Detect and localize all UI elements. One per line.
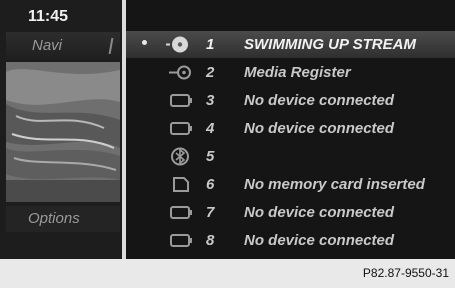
figure-code: P82.87-9550-31 bbox=[362, 266, 449, 280]
item-label: No device connected bbox=[244, 204, 395, 221]
map-terrain-image bbox=[6, 62, 120, 202]
disc-icon bbox=[166, 36, 188, 53]
aux-device-icon bbox=[170, 206, 192, 219]
usb-device-icon bbox=[170, 94, 192, 107]
hard-drive-icon bbox=[169, 65, 191, 80]
left-panel: 11:45 Navi Options bbox=[0, 0, 122, 259]
item-number: 4 bbox=[206, 120, 215, 137]
navi-label: Navi bbox=[32, 37, 63, 54]
media-source-list: 1 SWIMMING UP STREAM 2 Media Register 3 … bbox=[126, 0, 455, 259]
map-preview[interactable] bbox=[6, 62, 120, 202]
item-label: No memory card inserted bbox=[244, 176, 425, 193]
memory-card-icon bbox=[173, 177, 189, 192]
clock-time: 11:45 bbox=[28, 8, 69, 25]
active-bullet-icon bbox=[142, 40, 147, 45]
item-label: No device connected bbox=[244, 120, 395, 137]
list-item-8[interactable]: 8 No device connected bbox=[126, 227, 455, 254]
figure-caption-bar: P82.87-9550-31 bbox=[0, 259, 455, 288]
item-number: 2 bbox=[206, 64, 215, 81]
navi-divider-icon bbox=[108, 38, 114, 54]
list-item-1[interactable]: 1 SWIMMING UP STREAM bbox=[126, 31, 455, 58]
item-label: SWIMMING UP STREAM bbox=[244, 36, 416, 53]
list-item-7[interactable]: 7 No device connected bbox=[126, 199, 455, 226]
options-button[interactable]: Options bbox=[6, 206, 120, 232]
item-label: No device connected bbox=[244, 92, 395, 109]
item-number: 7 bbox=[206, 204, 215, 221]
navi-button[interactable]: Navi bbox=[6, 32, 120, 60]
item-label: No device connected bbox=[244, 232, 395, 249]
item-number: 8 bbox=[206, 232, 215, 249]
list-item-2[interactable]: 2 Media Register bbox=[126, 59, 455, 86]
list-item-5[interactable]: 5 bbox=[126, 143, 455, 170]
list-item-3[interactable]: 3 No device connected bbox=[126, 87, 455, 114]
media-screen: 11:45 Navi Options 1 SWIMMING UP STREAM … bbox=[0, 0, 455, 259]
aux-device-icon bbox=[170, 234, 192, 247]
item-number: 5 bbox=[206, 148, 215, 165]
item-number: 1 bbox=[206, 36, 215, 53]
list-item-4[interactable]: 4 No device connected bbox=[126, 115, 455, 142]
item-label: Media Register bbox=[244, 64, 351, 81]
usb-device-icon bbox=[170, 122, 192, 135]
bluetooth-audio-icon bbox=[171, 147, 189, 166]
list-item-6[interactable]: 6 No memory card inserted bbox=[126, 171, 455, 198]
item-number: 6 bbox=[206, 176, 215, 193]
item-number: 3 bbox=[206, 92, 215, 109]
